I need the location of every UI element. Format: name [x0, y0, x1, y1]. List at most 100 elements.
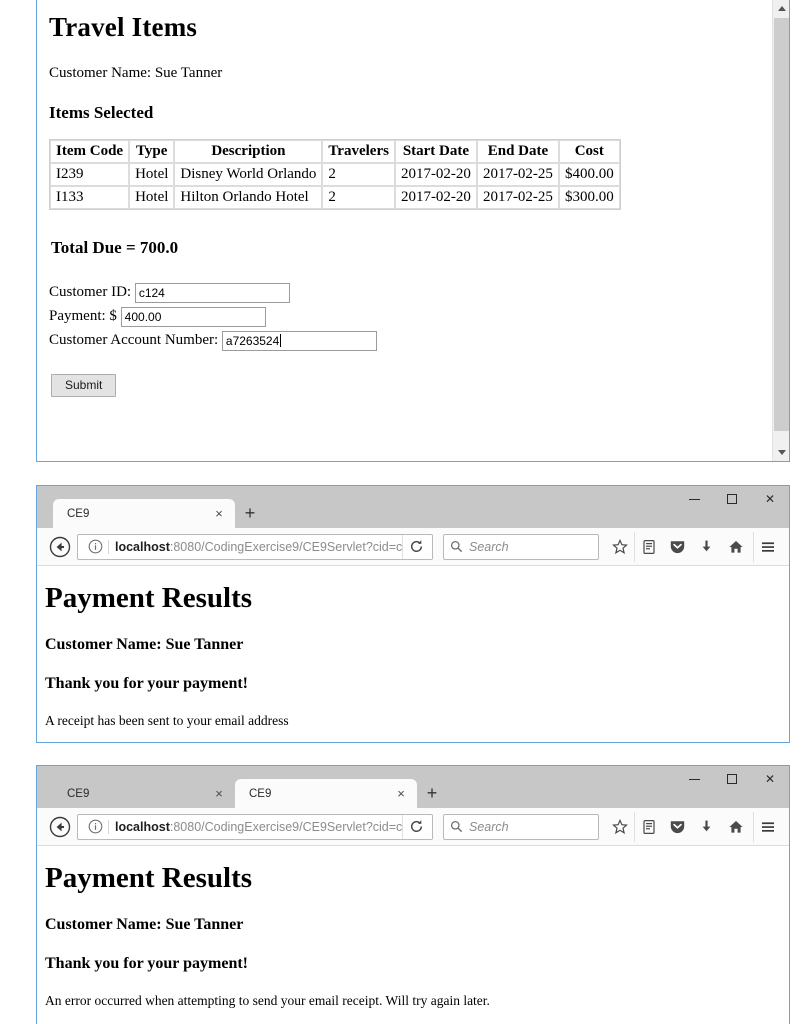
home-icon[interactable] [721, 812, 750, 842]
search-box[interactable]: Search [443, 533, 599, 560]
items-selected-heading: Items Selected [49, 103, 154, 122]
toolbar-icons [605, 531, 782, 562]
payment-input[interactable]: 400.00 [120, 306, 266, 327]
search-icon [450, 540, 463, 553]
back-button[interactable] [44, 531, 75, 562]
bookmark-star-icon[interactable] [605, 812, 634, 842]
table-header-cell: Start Date [394, 140, 477, 163]
cell-description: Disney World Orlando [174, 163, 323, 186]
hamburger-menu-icon[interactable] [753, 531, 782, 562]
customer-name-text: Customer Name: Sue Tanner [49, 65, 223, 81]
navigation-toolbar: localhost:8080/CodingExercise9/CE9Servle… [37, 528, 789, 566]
cell-end-date: 2017-02-25 [476, 186, 559, 209]
tab-label: CE9 [249, 787, 272, 800]
url-path: :8080/CodingExercise9/CE9Servlet?cid=c12… [169, 539, 402, 554]
maximize-button[interactable] [713, 486, 751, 512]
scroll-up-button[interactable] [773, 0, 789, 17]
library-icon[interactable] [634, 531, 663, 562]
scrollbar-thumb[interactable] [774, 18, 789, 431]
close-window-button[interactable]: ✕ [751, 766, 789, 792]
cell-end-date: 2017-02-25 [476, 163, 559, 186]
payment-label: Payment: $ [49, 308, 117, 324]
search-box[interactable]: Search [443, 813, 599, 840]
text-caret [280, 333, 282, 347]
payment-form: Customer ID: c124 Payment: $ 400.00 Cust… [49, 280, 760, 397]
close-tab-icon[interactable]: × [211, 786, 227, 802]
error-page-content: Payment Results Customer Name: Sue Tanne… [37, 846, 789, 1024]
url-host: localhost [115, 819, 170, 834]
cell-start-date: 2017-02-20 [394, 163, 477, 186]
tab-label: CE9 [67, 507, 90, 520]
cell-start-date: 2017-02-20 [394, 186, 477, 209]
cell-item-code: I133 [50, 186, 130, 209]
cell-item-code: I239 [50, 163, 130, 186]
url-text: localhost:8080/CodingExercise9/CE9Servle… [108, 539, 402, 554]
tab-label: CE9 [67, 787, 90, 800]
submit-button[interactable]: Submit [51, 374, 117, 397]
error-message: An error occurred when attempting to sen… [45, 993, 490, 1008]
travel-items-page-panel: Travel Items Customer Name: Sue Tanner I… [36, 0, 790, 462]
success-message: A receipt has been sent to your email ad… [45, 713, 289, 728]
table-header-cell: Description [174, 140, 323, 163]
home-icon[interactable] [721, 532, 750, 562]
cell-cost: $300.00 [558, 186, 620, 209]
download-icon[interactable] [692, 532, 721, 562]
payment-row: Payment: $ 400.00 [49, 304, 760, 328]
hamburger-menu-icon[interactable] [753, 811, 782, 842]
cell-travelers: 2 [322, 186, 395, 209]
success-heading: Payment Results [45, 582, 253, 614]
close-window-button[interactable]: ✕ [751, 486, 789, 512]
page-title: Travel Items [49, 12, 198, 42]
info-icon[interactable] [84, 539, 106, 554]
chevron-up-icon [777, 6, 786, 11]
tab-ce9[interactable]: CE9 × [53, 499, 235, 528]
download-icon[interactable] [692, 812, 721, 842]
items-table: Item Code Type Description Travelers Sta… [49, 139, 621, 210]
pocket-icon[interactable] [663, 532, 692, 562]
close-tab-icon[interactable]: × [211, 506, 227, 522]
url-bar[interactable]: localhost:8080/CodingExercise9/CE9Servle… [77, 813, 433, 840]
scroll-down-button[interactable] [773, 444, 789, 461]
url-host: localhost [115, 539, 170, 554]
window-controls: ✕ [675, 486, 789, 512]
bookmark-star-icon[interactable] [605, 532, 634, 562]
info-icon[interactable] [84, 819, 106, 834]
library-icon[interactable] [634, 811, 663, 842]
account-number-label: Customer Account Number: [49, 332, 219, 348]
success-thanks: Thank you for your payment! [45, 675, 248, 692]
back-button[interactable] [44, 811, 75, 842]
customer-id-row: Customer ID: c124 [49, 280, 760, 304]
new-tab-button[interactable]: + [417, 779, 447, 808]
cell-type: Hotel [129, 186, 175, 209]
chevron-down-icon [777, 450, 786, 455]
close-tab-icon[interactable]: × [393, 786, 409, 802]
page-content: Travel Items Customer Name: Sue Tanner I… [37, 0, 772, 461]
minimize-button[interactable] [675, 486, 713, 512]
cell-cost: $400.00 [558, 163, 620, 186]
tab-ce9-second[interactable]: CE9 × [235, 779, 417, 808]
tab-ce9-first[interactable]: CE9 × [53, 779, 235, 808]
customer-id-value: c124 [138, 285, 165, 300]
account-number-input[interactable]: a7263524 [221, 330, 377, 351]
tab-strip: CE9 × + [37, 486, 265, 528]
account-number-value: a7263524 [225, 333, 280, 348]
success-page-content: Payment Results Customer Name: Sue Tanne… [37, 566, 789, 742]
url-text: localhost:8080/CodingExercise9/CE9Servle… [108, 819, 402, 834]
error-browser-window: CE9 × CE9 × + ✕ localhost:8080/CodingExe… [36, 765, 790, 1024]
url-bar[interactable]: localhost:8080/CodingExercise9/CE9Servle… [77, 533, 433, 560]
reload-button[interactable] [402, 534, 430, 559]
pocket-icon[interactable] [663, 812, 692, 842]
table-header-cell: End Date [476, 140, 559, 163]
url-path: :8080/CodingExercise9/CE9Servlet?cid=c12… [169, 819, 402, 834]
minimize-button[interactable] [675, 766, 713, 792]
error-customer-name: Customer Name: Sue Tanner [45, 916, 244, 933]
customer-id-input[interactable]: c124 [134, 282, 290, 303]
search-placeholder: Search [469, 539, 509, 554]
vertical-scrollbar[interactable] [772, 0, 789, 461]
navigation-toolbar: localhost:8080/CodingExercise9/CE9Servle… [37, 808, 789, 846]
new-tab-button[interactable]: + [235, 499, 265, 528]
cell-travelers: 2 [322, 163, 395, 186]
reload-button[interactable] [402, 814, 430, 839]
maximize-button[interactable] [713, 766, 751, 792]
success-browser-window: CE9 × + ✕ localhost:8080/CodingExercise9… [36, 485, 790, 743]
